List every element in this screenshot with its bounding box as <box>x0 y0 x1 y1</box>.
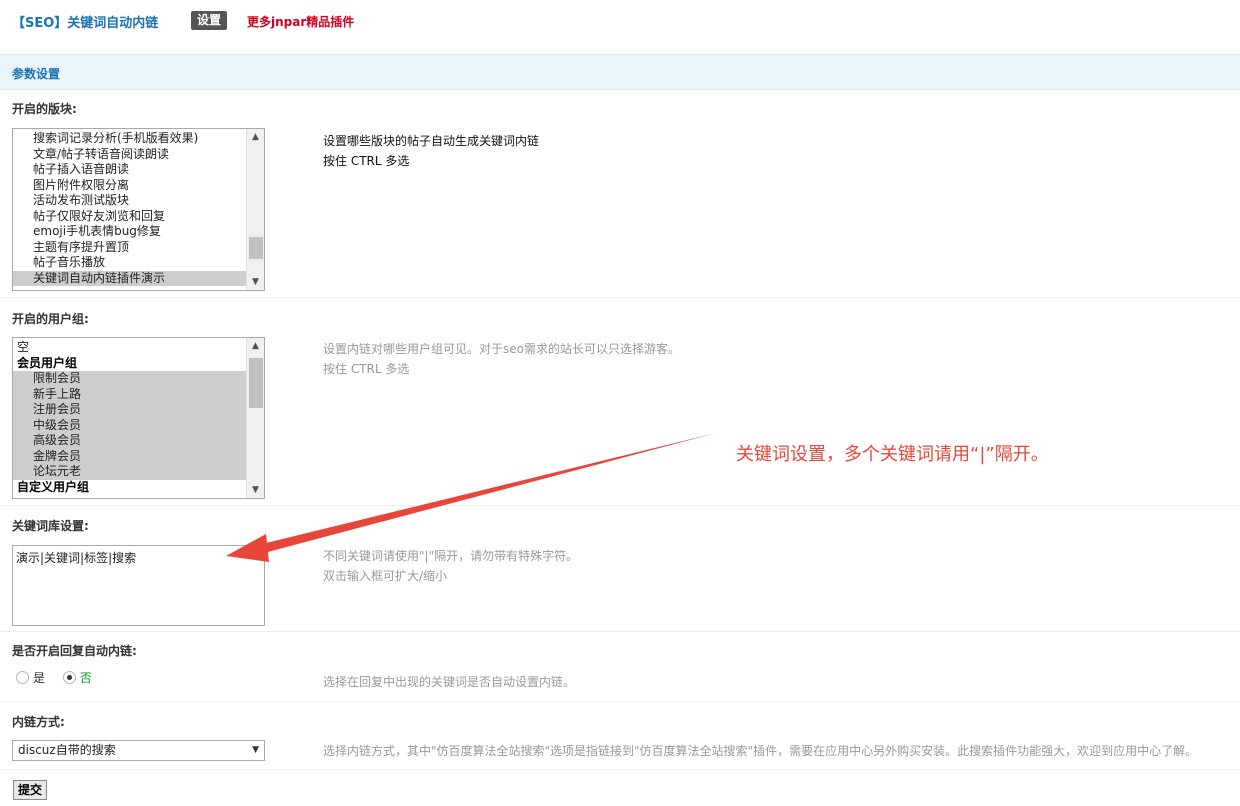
list-item[interactable]: 注册会员 <box>13 402 246 418</box>
more-plugins-link[interactable]: 更多jnpar精品插件 <box>247 13 354 30</box>
scroll-up-icon[interactable]: ▲ <box>247 129 264 145</box>
chevron-down-icon: ▼ <box>252 745 259 755</box>
submit-button[interactable]: 提交 <box>13 780 48 800</box>
list-item[interactable]: 帖子插入语音朗读 <box>13 162 246 178</box>
list-item[interactable]: 帖子音乐播放 <box>13 255 246 271</box>
list-item[interactable]: 新手上路 <box>13 386 246 402</box>
reply-links-hint: 选择在回复中出现的关键词是否自动设置内链。 <box>323 675 576 689</box>
list-item[interactable]: 主题有序提升置顶 <box>13 240 246 256</box>
link-mode-label: 内链方式: <box>12 715 65 729</box>
list-item[interactable]: 空 <box>13 340 246 356</box>
divider <box>0 297 1240 298</box>
forums-label: 开启的版块: <box>12 102 77 116</box>
scroll-thumb[interactable] <box>249 237 263 259</box>
list-item[interactable]: 关键词自动内链插件演示 <box>13 270 246 286</box>
usergroups-hint-line1: 设置内链对哪些用户组可见。对于seo需求的站长可以只选择游客。 <box>323 342 680 356</box>
keywords-hint-line1: 不同关键词请使用"|"隔开，请勿带有特殊字符。 <box>323 549 579 563</box>
link-mode-selected: discuz自带的搜索 <box>18 743 116 757</box>
forums-scrollbar[interactable]: ▲ ▼ <box>246 129 264 290</box>
link-mode-hint: 选择内链方式，其中"仿百度算法全站搜索"选项是指链接到"仿百度算法全站搜索"插件… <box>323 744 1198 758</box>
usergroups-hint-line2: 按住 CTRL 多选 <box>323 362 410 376</box>
list-item[interactable]: 帖子仅限好友浏览和回复 <box>13 209 246 225</box>
forums-multiselect[interactable]: 搜索词记录分析(手机版看效果) 文章/帖子转语音阅读朗读 帖子插入语音朗读 图片附件权… <box>12 128 265 291</box>
divider <box>0 505 1240 506</box>
divider <box>0 701 1240 702</box>
list-item[interactable]: 限制会员 <box>13 371 246 387</box>
section-header: 参数设置 <box>0 54 1240 90</box>
keywords-hint: 不同关键词请使用"|"隔开，请勿带有特殊字符。 双击输入框可扩大/缩小 <box>323 546 578 586</box>
forums-hint-line2: 按住 CTRL 多选 <box>323 154 410 168</box>
keywords-textarea[interactable] <box>12 545 265 626</box>
divider <box>0 631 1240 632</box>
list-item[interactable]: 金牌会员 <box>13 448 246 464</box>
section-title: 参数设置 <box>12 67 61 81</box>
list-item[interactable]: 图片附件权限分离 <box>13 178 246 194</box>
list-item[interactable]: 中级会员 <box>13 417 246 433</box>
usergroups-label: 开启的用户组: <box>12 312 89 326</box>
scroll-up-icon[interactable]: ▲ <box>247 338 264 354</box>
list-item[interactable]: 论坛元老 <box>13 464 246 480</box>
reply-links-label: 是否开启回复自动内链: <box>12 644 137 658</box>
page-header: 【SEO】关键词自动内链 设置 更多jnpar精品插件 <box>0 0 1240 44</box>
usergroups-hint: 设置内链对哪些用户组可见。对于seo需求的站长可以只选择游客。 按住 CTRL … <box>323 339 680 379</box>
radio-yes-label[interactable]: 是 <box>33 669 45 686</box>
list-item[interactable]: emoji手机表情bug修复 <box>13 224 246 240</box>
list-item[interactable]: 活动发布测试版块 <box>13 193 246 209</box>
forums-hint-line1: 设置哪些版块的帖子自动生成关键词内链 <box>323 134 540 148</box>
forums-hint: 设置哪些版块的帖子自动生成关键词内链 按住 CTRL 多选 <box>323 131 539 171</box>
list-item[interactable]: 文章/帖子转语音阅读朗读 <box>13 147 246 163</box>
list-item[interactable]: 高级会员 <box>13 433 246 449</box>
scroll-down-icon[interactable]: ▼ <box>247 482 264 498</box>
link-mode-select[interactable]: discuz自带的搜索 ▼ <box>12 740 265 761</box>
app-title[interactable]: 【SEO】关键词自动内链 <box>12 12 158 31</box>
reply-links-radio-group: 是 否 <box>16 669 106 687</box>
keywords-label: 关键词库设置: <box>12 519 89 533</box>
scroll-thumb[interactable] <box>249 358 263 408</box>
usergroups-scrollbar[interactable]: ▲ ▼ <box>246 338 264 498</box>
radio-no-label[interactable]: 否 <box>80 669 92 686</box>
tab-settings[interactable]: 设置 <box>191 11 228 30</box>
list-item[interactable]: 搜索词记录分析(手机版看效果) <box>13 131 246 147</box>
keywords-hint-line2: 双击输入框可扩大/缩小 <box>323 569 448 583</box>
usergroups-multiselect[interactable]: 空会员用户组 限制会员 新手上路 注册会员 中级会员 高级会员 金牌会员 论坛元老 自定义用户组… <box>12 337 265 499</box>
annotation-note: 关键词设置，多个关键词请用“|”隔开。 <box>736 444 1049 465</box>
divider <box>0 769 1240 770</box>
radio-yes[interactable] <box>16 671 29 684</box>
optgroup-label[interactable]: 会员用户组 <box>13 356 246 372</box>
scroll-down-icon[interactable]: ▼ <box>247 274 264 290</box>
optgroup-label[interactable]: 自定义用户组 <box>13 480 246 496</box>
radio-no[interactable] <box>62 671 76 684</box>
